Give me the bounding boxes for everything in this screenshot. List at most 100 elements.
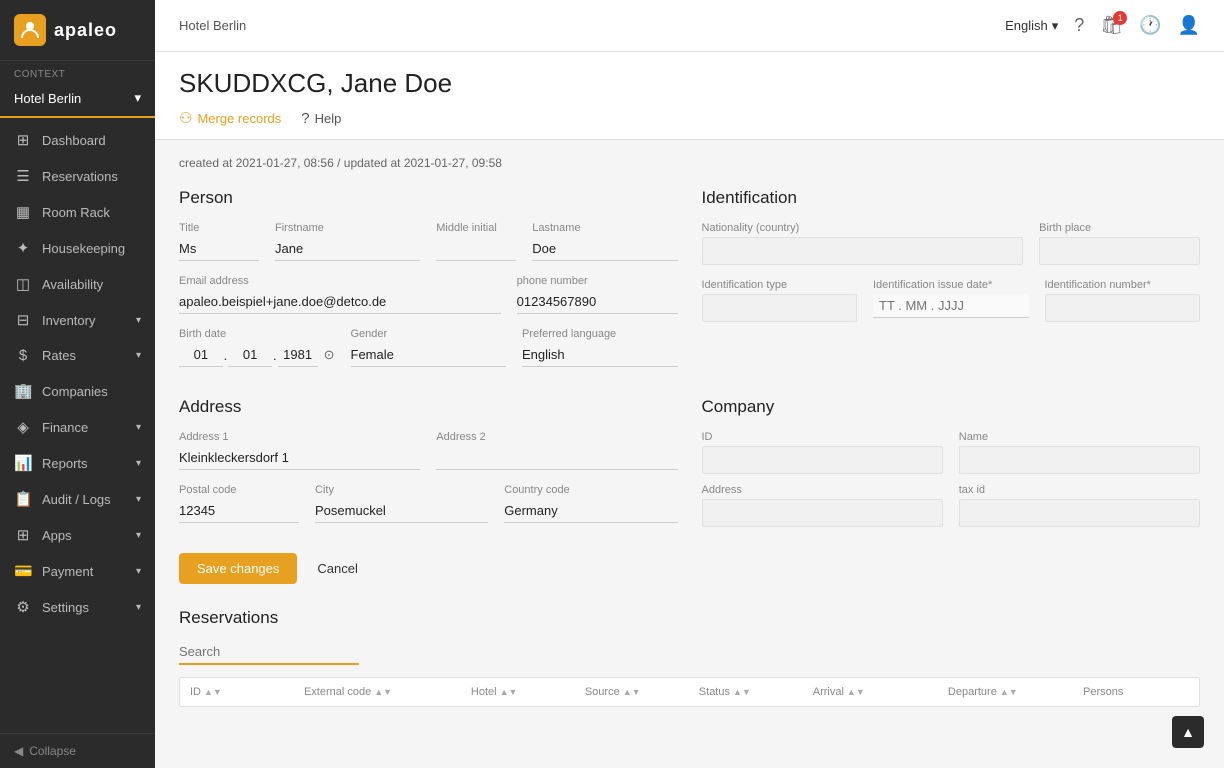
address-section: Address Address 1 Address 2: [179, 397, 678, 537]
th-id[interactable]: ID ▲▼: [190, 686, 296, 698]
company-id-name-row: ID Name: [702, 431, 1201, 474]
address2-label: Address 2: [436, 431, 677, 443]
email-input[interactable]: [179, 290, 501, 314]
housekeeping-icon: ✦: [14, 239, 32, 257]
help-icon[interactable]: ?: [1074, 15, 1084, 36]
th-persons[interactable]: Persons: [1083, 686, 1189, 698]
company-name-input[interactable]: [959, 446, 1200, 474]
gender-field: Gender: [351, 328, 507, 367]
sidebar-item-availability[interactable]: ◫ Availability: [0, 266, 155, 302]
sort-icon: ▲▼: [1000, 687, 1018, 697]
search-input[interactable]: [179, 640, 359, 665]
sidebar-item-audit-logs[interactable]: 📋 Audit / Logs ▾: [0, 481, 155, 517]
birth-date-day[interactable]: [179, 343, 223, 367]
birth-place-label: Birth place: [1039, 222, 1200, 234]
th-external-code-label: External code: [304, 686, 371, 698]
address2-input[interactable]: [436, 446, 677, 470]
firstname-input[interactable]: [275, 237, 420, 261]
th-status[interactable]: Status ▲▼: [699, 686, 805, 698]
cancel-button[interactable]: Cancel: [305, 553, 369, 584]
chevron-down-icon: ▾: [136, 350, 141, 361]
page-actions: ⚇ Merge records ? Help: [179, 109, 1200, 139]
apps-icon: ⊞: [14, 526, 32, 544]
postal-code-input[interactable]: [179, 499, 299, 523]
help-circle-icon: ?: [301, 110, 309, 127]
address1-label: Address 1: [179, 431, 420, 443]
user-icon[interactable]: 👤: [1178, 15, 1200, 36]
sidebar: apaleo Context Hotel Berlin ▾ ⊞ Dashboar…: [0, 0, 155, 768]
email-field: Email address: [179, 275, 501, 314]
country-code-label: Country code: [504, 484, 677, 496]
inventory-icon: ⊟: [14, 311, 32, 329]
sidebar-item-housekeeping[interactable]: ✦ Housekeeping: [0, 230, 155, 266]
sidebar-item-label: Room Rack: [42, 205, 110, 220]
sidebar-item-room-rack[interactable]: ▦ Room Rack: [0, 194, 155, 230]
middle-initial-input[interactable]: [436, 237, 516, 261]
sidebar-item-finance[interactable]: ◈ Finance ▾: [0, 409, 155, 445]
id-number-input[interactable]: [1045, 294, 1201, 322]
chevron-down-icon: ▾: [136, 602, 141, 613]
id-type-input[interactable]: [702, 294, 858, 322]
birth-date-month[interactable]: [228, 343, 272, 367]
country-code-field: Country code: [504, 484, 677, 523]
th-source-label: Source: [585, 686, 620, 698]
sidebar-item-companies[interactable]: 🏢 Companies: [0, 373, 155, 409]
page-body: created at 2021-01-27, 08:56 / updated a…: [155, 140, 1224, 723]
th-hotel[interactable]: Hotel ▲▼: [471, 686, 577, 698]
th-source[interactable]: Source ▲▼: [585, 686, 691, 698]
sort-icon: ▲▼: [733, 687, 751, 697]
clock-icon[interactable]: 🕐: [1139, 15, 1161, 36]
chevron-down-icon: ▾: [136, 530, 141, 541]
company-tax-id-input[interactable]: [959, 499, 1200, 527]
scroll-top-button[interactable]: ▲: [1172, 716, 1204, 748]
name-row: Title Firstname Middle initial Last: [179, 222, 678, 261]
help-link[interactable]: ? Help: [301, 110, 341, 127]
id-issue-date-input[interactable]: [873, 294, 1029, 318]
birth-place-input[interactable]: [1039, 237, 1200, 265]
phone-input[interactable]: [517, 290, 678, 314]
chevron-down-icon: ▾: [136, 494, 141, 505]
th-external-code[interactable]: External code ▲▼: [304, 686, 463, 698]
birth-gender-row: Birth date . . ⊙ Gender: [179, 328, 678, 367]
sidebar-item-inventory[interactable]: ⊟ Inventory ▾: [0, 302, 155, 338]
country-code-input[interactable]: [504, 499, 677, 523]
title-input[interactable]: [179, 237, 259, 261]
th-departure[interactable]: Departure ▲▼: [948, 686, 1075, 698]
notification-badge: 1: [1113, 11, 1127, 25]
city-input[interactable]: [315, 499, 488, 523]
lastname-input[interactable]: [532, 237, 677, 261]
collapse-button[interactable]: ◀ Collapse: [0, 733, 155, 768]
notifications-icon[interactable]: 🛍 1: [1100, 15, 1123, 36]
reservations-icon: ☰: [14, 167, 32, 185]
sidebar-item-dashboard[interactable]: ⊞ Dashboard: [0, 122, 155, 158]
birth-place-field: Birth place: [1039, 222, 1200, 265]
preferred-language-input[interactable]: [522, 343, 678, 367]
merge-records-link[interactable]: ⚇ Merge records: [179, 109, 281, 127]
sidebar-item-payment[interactable]: 💳 Payment ▾: [0, 553, 155, 589]
merge-icon: ⚇: [179, 109, 192, 127]
company-id-input[interactable]: [702, 446, 943, 474]
nationality-input[interactable]: [702, 237, 1024, 265]
sidebar-item-rates[interactable]: $ Rates ▾: [0, 338, 155, 373]
birth-date-year[interactable]: [278, 343, 318, 367]
address1-input[interactable]: [179, 446, 420, 470]
company-address-input[interactable]: [702, 499, 943, 527]
birth-date-field: Birth date . . ⊙: [179, 328, 335, 367]
reports-icon: 📊: [14, 454, 32, 472]
sidebar-item-apps[interactable]: ⊞ Apps ▾: [0, 517, 155, 553]
th-arrival[interactable]: Arrival ▲▼: [813, 686, 940, 698]
hotel-selector[interactable]: Hotel Berlin ▾: [0, 84, 155, 118]
finance-icon: ◈: [14, 418, 32, 436]
sidebar-item-reservations[interactable]: ☰ Reservations: [0, 158, 155, 194]
sidebar-item-settings[interactable]: ⚙ Settings ▾: [0, 589, 155, 625]
company-section: Company ID Name Address: [702, 397, 1201, 537]
search-wrap: [179, 640, 1200, 665]
language-selector[interactable]: English ▾: [1005, 18, 1058, 34]
sidebar-item-reports[interactable]: 📊 Reports ▾: [0, 445, 155, 481]
id-issue-date-label: Identification issue date*: [873, 279, 1029, 291]
contact-row: Email address phone number: [179, 275, 678, 314]
save-button[interactable]: Save changes: [179, 553, 297, 584]
gender-input[interactable]: [351, 343, 507, 367]
middle-initial-field: Middle initial: [436, 222, 516, 261]
id-number-label: Identification number*: [1045, 279, 1201, 291]
